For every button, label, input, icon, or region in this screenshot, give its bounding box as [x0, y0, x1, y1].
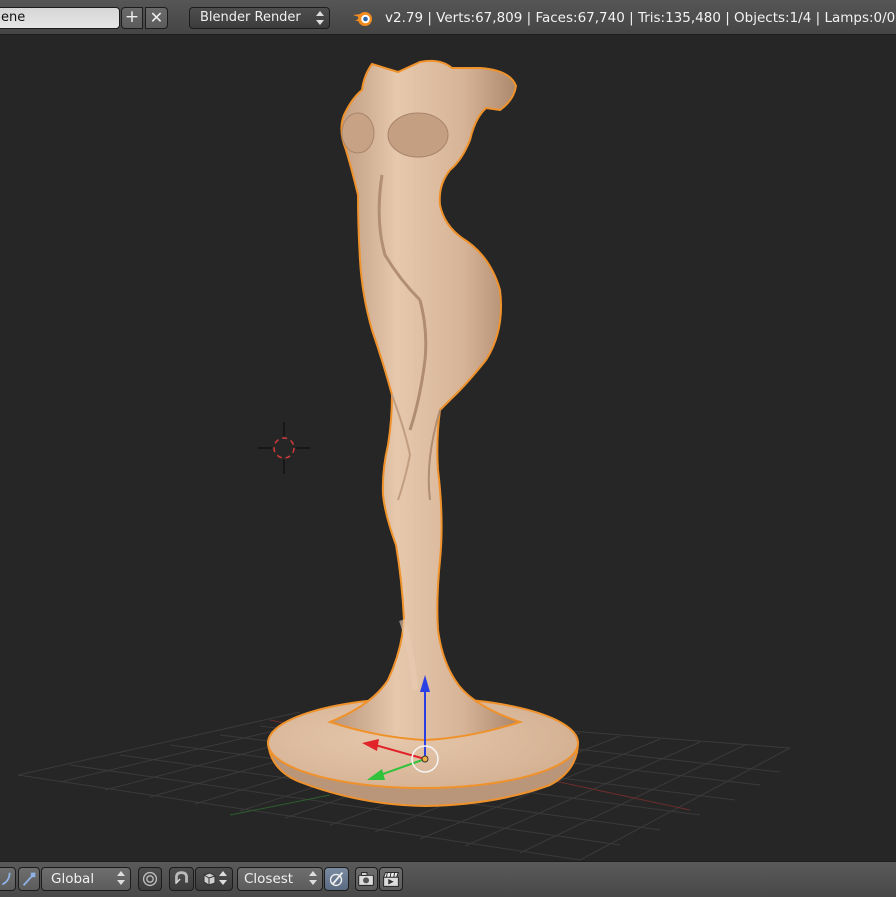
blender-logo-icon [353, 12, 372, 26]
transform-orientation-label: Global [51, 871, 95, 887]
snap-toggle-button[interactable] [169, 867, 194, 891]
snap-target-label: Closest [244, 871, 294, 887]
snap-target-select[interactable]: Closest [237, 867, 323, 891]
render-engine-label: Blender Render [200, 10, 301, 25]
align-rotation-icon [329, 871, 344, 887]
proportional-edit-icon [142, 871, 158, 887]
opengl-render-button[interactable] [355, 867, 378, 891]
info-header: ene + ✕ Blender Render v2.79 | Verts:67,… [0, 0, 896, 35]
3d-viewport[interactable] [0, 35, 896, 861]
align-rotation-button[interactable] [324, 867, 349, 891]
close-icon: ✕ [149, 8, 164, 27]
opengl-animation-icon [382, 872, 400, 887]
proportional-edit-button[interactable] [138, 867, 162, 891]
snap-element-select[interactable] [195, 867, 233, 891]
plus-icon: + [124, 7, 140, 27]
object-origin [421, 755, 429, 763]
statue-mesh[interactable] [327, 59, 524, 742]
snap-element-icon [203, 872, 216, 886]
opengl-animation-button[interactable] [379, 867, 403, 891]
scale-manipulator-icon [22, 872, 36, 886]
scene-name-field[interactable]: ene [0, 7, 120, 29]
remove-scene-button[interactable]: ✕ [145, 7, 168, 29]
updown-arrows-icon [219, 871, 227, 885]
updown-arrows-icon [309, 871, 317, 885]
snap-magnet-icon [175, 871, 188, 885]
rotate-manipulator-button[interactable] [0, 867, 16, 891]
3d-cursor[interactable] [258, 422, 310, 474]
opengl-render-icon [358, 872, 374, 886]
updown-arrows-icon [316, 11, 324, 25]
transform-orientation-select[interactable]: Global [41, 867, 131, 891]
render-engine-select[interactable]: Blender Render [189, 7, 330, 29]
rotate-manipulator-icon [1, 872, 11, 886]
viewport-canvas[interactable] [0, 35, 896, 861]
scene-statistics: v2.79 | Verts:67,809 | Faces:67,740 | Tr… [385, 10, 896, 26]
scale-manipulator-button[interactable] [18, 867, 40, 891]
3d-view-header: Global Closest [0, 861, 896, 897]
add-scene-button[interactable]: + [121, 7, 143, 29]
updown-arrows-icon [117, 871, 125, 885]
